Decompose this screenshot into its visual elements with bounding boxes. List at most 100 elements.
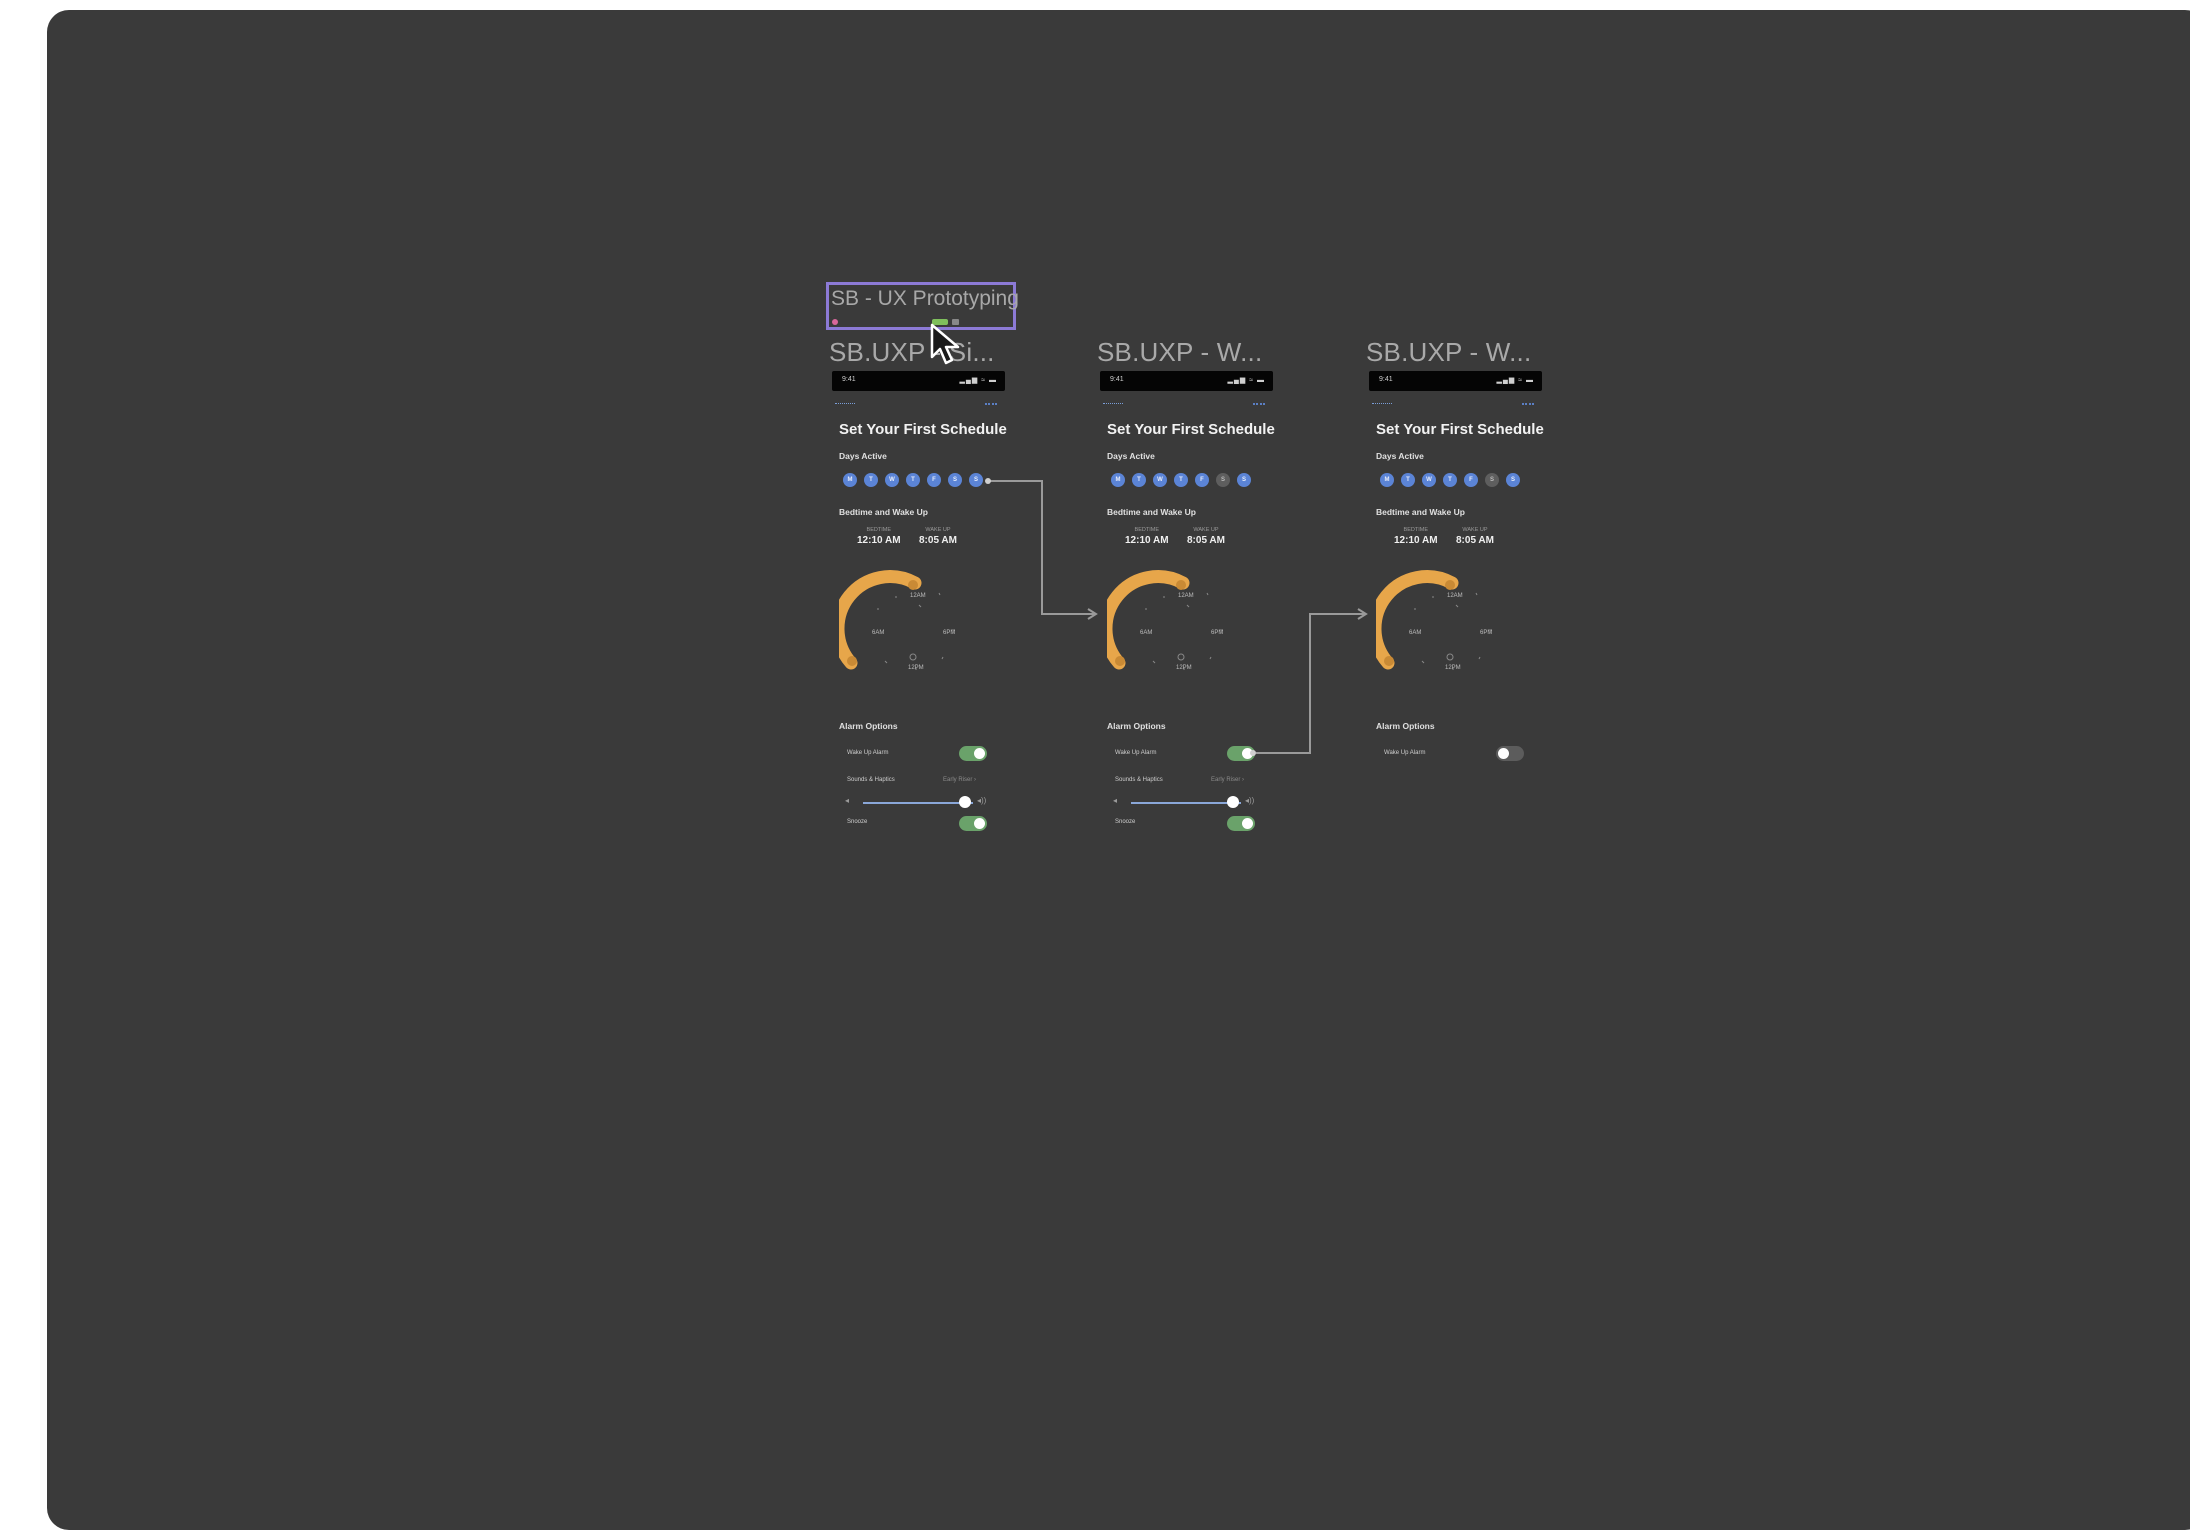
snooze-label: Snooze xyxy=(847,819,868,825)
phone-frame-2[interactable]: 9:41 ▂▄▆ ≈ ▬ Set Your First Schedule Days A… xyxy=(1097,363,1275,833)
day-toggle[interactable]: F xyxy=(1195,473,1209,487)
volume-slider-knob[interactable] xyxy=(1227,796,1239,808)
flow-meta-strip xyxy=(832,319,1010,326)
speaker-high-icon: ◂)) xyxy=(1245,796,1255,805)
dial-label-left: 6AM xyxy=(1409,630,1421,636)
volume-slider[interactable] xyxy=(1131,802,1241,804)
dial-label-right: 6PM xyxy=(1480,630,1492,636)
wake-value: 8:05 AM xyxy=(919,535,957,546)
day-toggle[interactable]: W xyxy=(1153,473,1167,487)
wake-value: 8:05 AM xyxy=(1456,535,1494,546)
toggle-knob xyxy=(974,748,985,759)
signal-wifi-battery-icon: ▂▄▆ ≈ ▬ xyxy=(959,377,997,384)
volume-slider[interactable] xyxy=(863,802,973,804)
dial-label-bottom: 12PM xyxy=(1445,665,1461,671)
cancel-link[interactable] xyxy=(985,403,997,407)
toggle-knob xyxy=(974,818,985,829)
day-toggle[interactable]: S xyxy=(1506,473,1520,487)
toggle-knob xyxy=(1242,818,1253,829)
sounds-haptics-value[interactable]: Early Riser › xyxy=(943,777,976,783)
day-toggle[interactable]: T xyxy=(1401,473,1415,487)
cancel-link[interactable] xyxy=(1253,403,1265,407)
bedtime-value: 12:10 AM xyxy=(1394,535,1438,546)
flow-title[interactable]: SB - UX Prototyping xyxy=(831,287,1019,311)
day-toggle[interactable]: S xyxy=(1237,473,1251,487)
day-toggle[interactable]: T xyxy=(1174,473,1188,487)
sleep-dial[interactable]: 12AM 6AM 6PM 12PM xyxy=(839,553,969,683)
day-toggle[interactable]: F xyxy=(1464,473,1478,487)
dial-label-right: 6PM xyxy=(943,630,955,636)
bedtime-wake-label: Bedtime and Wake Up xyxy=(1107,507,1196,517)
wake-alarm-toggle[interactable] xyxy=(1227,746,1255,761)
day-toggle[interactable]: M xyxy=(843,473,857,487)
day-toggle[interactable]: S xyxy=(969,473,983,487)
back-link[interactable] xyxy=(1103,403,1123,406)
status-time: 9:41 xyxy=(1379,376,1393,383)
wake-caption: WAKE UP xyxy=(1462,527,1488,533)
days-active-label: Days Active xyxy=(1107,451,1155,461)
snooze-toggle[interactable] xyxy=(1227,816,1255,831)
toggle-knob xyxy=(1498,748,1509,759)
wake-handle xyxy=(1384,656,1394,666)
day-toggle[interactable]: S xyxy=(948,473,962,487)
bedtime-caption: BEDTIME xyxy=(866,527,891,533)
snooze-toggle[interactable] xyxy=(959,816,987,831)
bedtime-caption: BEDTIME xyxy=(1134,527,1159,533)
cursor-arrow-icon xyxy=(930,323,960,365)
phone-frame-1[interactable]: 9:41 ▂▄▆ ≈ ▬ Set Your First Schedule Days A… xyxy=(829,363,1007,833)
wake-handle xyxy=(1115,656,1125,666)
wake-alarm-label: Wake Up Alarm xyxy=(1115,750,1157,756)
phone-frame-3[interactable]: 9:41 ▂▄▆ ≈ ▬ Set Your First Schedule Days A… xyxy=(1366,363,1544,833)
bedtime-wake-label: Bedtime and Wake Up xyxy=(1376,507,1465,517)
volume-slider-knob[interactable] xyxy=(959,796,971,808)
dial-label-top: 12AM xyxy=(910,593,926,599)
cancel-link[interactable] xyxy=(1522,403,1534,407)
back-link[interactable] xyxy=(1372,403,1392,406)
bedtime-handle xyxy=(1176,580,1186,590)
day-toggle[interactable]: W xyxy=(1422,473,1436,487)
status-time: 9:41 xyxy=(842,376,856,383)
sleep-dial[interactable]: 12AM 6AM 6PM 12PM xyxy=(1107,553,1237,683)
dial-ticks xyxy=(877,592,954,670)
days-active-label: Days Active xyxy=(839,451,887,461)
wake-handle xyxy=(847,656,857,666)
bedtime-handle xyxy=(1445,580,1455,590)
screen-title: Set Your First Schedule xyxy=(1107,421,1275,438)
dial-label-bottom: 12PM xyxy=(1176,665,1192,671)
sleep-arc xyxy=(1376,570,1459,670)
day-toggle[interactable]: S xyxy=(1485,473,1499,487)
dial-ticks xyxy=(1145,592,1222,670)
day-toggle[interactable]: F xyxy=(927,473,941,487)
wake-alarm-toggle[interactable] xyxy=(1496,746,1524,761)
status-bar: 9:41 ▂▄▆ ≈ ▬ xyxy=(1100,371,1273,391)
wake-alarm-toggle[interactable] xyxy=(959,746,987,761)
day-toggle[interactable]: W xyxy=(885,473,899,487)
dial-center xyxy=(1177,653,1185,661)
day-selector: MTWTFSS xyxy=(1111,473,1251,487)
bedtime-display: BEDTIME 12:10 AM xyxy=(857,527,901,546)
day-toggle[interactable]: T xyxy=(864,473,878,487)
day-toggle[interactable]: M xyxy=(1380,473,1394,487)
status-time: 9:41 xyxy=(1110,376,1124,383)
day-toggle[interactable]: T xyxy=(1132,473,1146,487)
days-active-label: Days Active xyxy=(1376,451,1424,461)
day-toggle[interactable]: S xyxy=(1216,473,1230,487)
dial-label-left: 6AM xyxy=(872,630,884,636)
sleep-arc xyxy=(1107,570,1190,670)
signal-wifi-battery-icon: ▂▄▆ ≈ ▬ xyxy=(1496,377,1534,384)
speaker-low-icon: ◂ xyxy=(1113,796,1118,805)
day-toggle[interactable]: M xyxy=(1111,473,1125,487)
sleep-dial[interactable]: 12AM 6AM 6PM 12PM xyxy=(1376,553,1506,683)
sleep-arc xyxy=(839,570,922,670)
sounds-haptics-value[interactable]: Early Riser › xyxy=(1211,777,1244,783)
day-toggle[interactable]: T xyxy=(906,473,920,487)
wake-display: WAKE UP 8:05 AM xyxy=(1187,527,1225,546)
speaker-high-icon: ◂)) xyxy=(977,796,987,805)
back-link[interactable] xyxy=(835,403,855,406)
screen-title: Set Your First Schedule xyxy=(1376,421,1544,438)
day-toggle[interactable]: T xyxy=(1443,473,1457,487)
flow-selection-box[interactable]: SB - UX Prototyping xyxy=(826,282,1019,330)
snooze-label: Snooze xyxy=(1115,819,1136,825)
screen-title: Set Your First Schedule xyxy=(839,421,1007,438)
dial-label-bottom: 12PM xyxy=(908,665,924,671)
